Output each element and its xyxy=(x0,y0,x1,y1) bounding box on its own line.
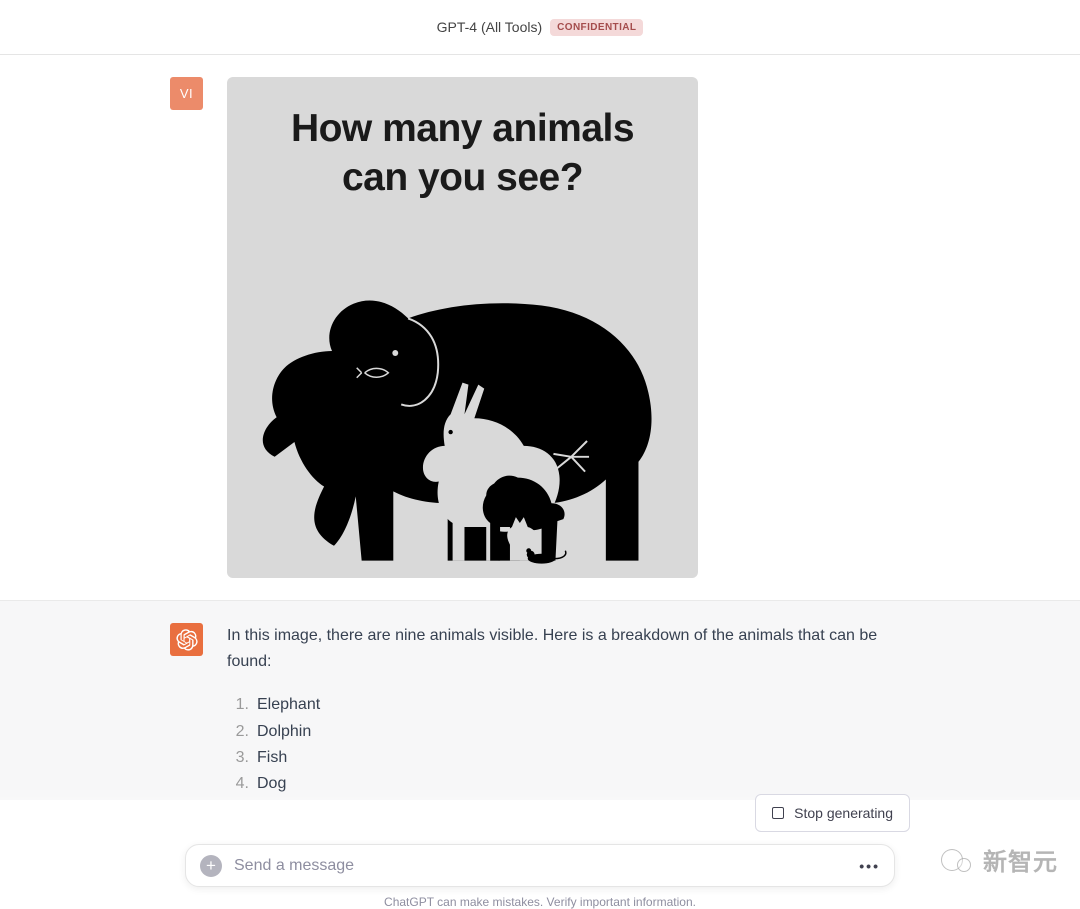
list-item: Fish xyxy=(233,745,910,771)
stop-icon xyxy=(772,807,784,819)
assistant-message-row: In this image, there are nine animals vi… xyxy=(0,600,1080,800)
image-illustration xyxy=(245,203,680,571)
user-message-row: VI How many animals can you see? xyxy=(0,55,1080,600)
model-title: GPT-4 (All Tools) xyxy=(437,19,543,35)
more-icon[interactable]: ••• xyxy=(859,858,880,874)
list-item: Dolphin xyxy=(233,719,910,745)
stop-button-label: Stop generating xyxy=(794,805,893,821)
user-avatar-initials: VI xyxy=(180,86,193,101)
image-title-line2: can you see? xyxy=(342,156,583,199)
watermark: 新智元 xyxy=(941,842,1058,877)
confidential-badge: CONFIDENTIAL xyxy=(550,19,643,36)
user-avatar: VI xyxy=(170,77,203,110)
disclaimer-text: ChatGPT can make mistakes. Verify import… xyxy=(384,895,696,909)
message-input[interactable] xyxy=(234,857,847,875)
image-title: How many animals can you see? xyxy=(291,105,634,203)
uploaded-image[interactable]: How many animals can you see? xyxy=(227,77,698,578)
chat-scroll-area: VI How many animals can you see? xyxy=(0,55,1080,800)
openai-logo-icon xyxy=(176,629,198,651)
assistant-avatar xyxy=(170,623,203,656)
watermark-logo-icon xyxy=(941,846,975,874)
assistant-intro-text: In this image, there are nine animals vi… xyxy=(227,623,910,674)
assistant-message-content: In this image, there are nine animals vi… xyxy=(227,623,910,800)
header-bar: GPT-4 (All Tools) CONFIDENTIAL xyxy=(0,0,1080,55)
composer-area: Stop generating + ••• ChatGPT can make m… xyxy=(0,794,1080,909)
stop-generating-button[interactable]: Stop generating xyxy=(755,794,910,832)
watermark-text: 新智元 xyxy=(983,842,1058,877)
attach-plus-icon[interactable]: + xyxy=(200,855,222,877)
animal-list: Elephant Dolphin Fish Dog Mouse xyxy=(227,692,910,800)
list-item: Elephant xyxy=(233,692,910,718)
message-input-wrap: + ••• xyxy=(185,844,895,887)
image-title-line1: How many animals xyxy=(291,107,634,150)
user-message-content: How many animals can you see? xyxy=(227,77,910,578)
